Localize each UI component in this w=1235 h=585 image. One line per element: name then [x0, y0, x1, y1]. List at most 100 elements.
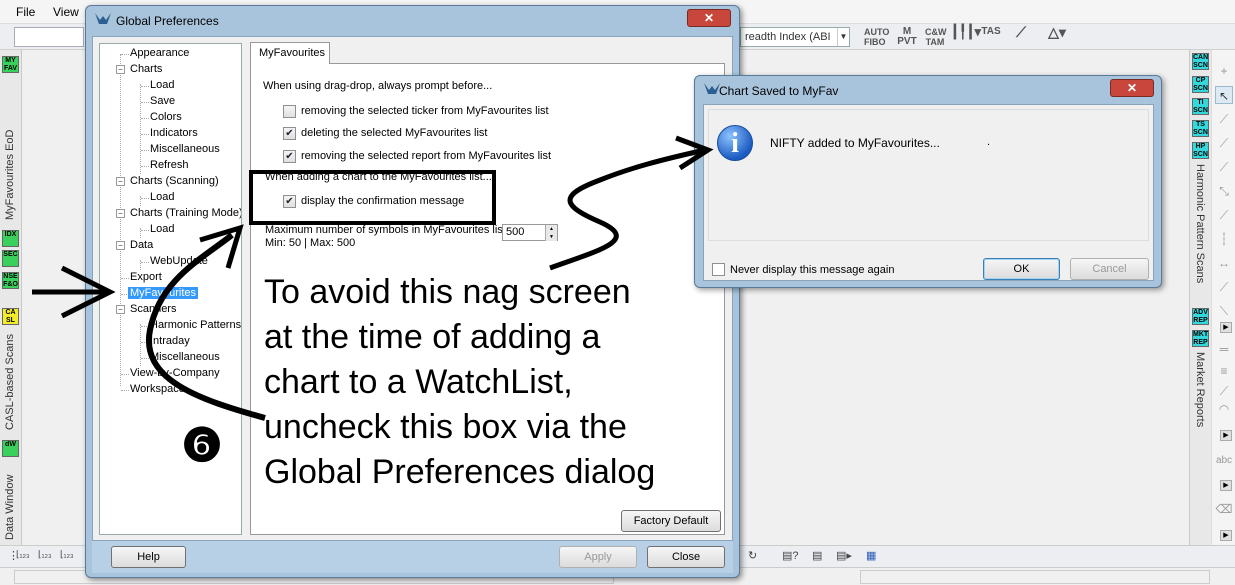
trendline-icon[interactable]: ⟋: [1010, 25, 1032, 47]
tree-item-export[interactable]: Export: [130, 271, 162, 283]
data-window-tab[interactable]: Data Window: [4, 460, 16, 540]
csl-icon[interactable]: ⟋: [1215, 206, 1233, 224]
can-scn-square[interactable]: CAN SCN: [1192, 53, 1209, 70]
collapse-icon[interactable]: −: [116, 305, 125, 314]
report-icon[interactable]: ▤?: [782, 549, 799, 562]
apply-button[interactable]: Apply: [559, 546, 637, 568]
casl-square[interactable]: CA SL: [2, 308, 19, 325]
checkbox-remove-report[interactable]: ✔: [283, 150, 296, 163]
sec-square[interactable]: SEC: [2, 250, 19, 267]
tree-item-charts[interactable]: Charts: [130, 63, 162, 75]
close-icon[interactable]: ✕: [1110, 79, 1154, 97]
sl-line-icon[interactable]: ⟋: [1215, 158, 1233, 176]
refresh-icon[interactable]: ↻: [748, 549, 757, 562]
close-button[interactable]: Close: [647, 546, 725, 568]
scroll-right-icon[interactable]: ▶: [1220, 322, 1232, 333]
tree-item-load[interactable]: Load: [150, 191, 174, 203]
ray-icon[interactable]: ⟋: [1215, 382, 1233, 400]
pointer-icon[interactable]: ↖: [1215, 86, 1233, 104]
collapse-icon[interactable]: −: [116, 241, 125, 250]
collapse-icon[interactable]: −: [116, 209, 125, 218]
scroll-right-icon[interactable]: ▶: [1220, 530, 1232, 541]
tree-item-miscellaneous[interactable]: Miscellaneous: [150, 351, 220, 363]
numbering-alt-icon[interactable]: ⌊₁₂₃: [38, 549, 52, 560]
spin-up-icon[interactable]: ▲: [545, 225, 557, 233]
tree-item-miscellaneous[interactable]: Miscellaneous: [150, 143, 220, 155]
tree-item-myfavourites[interactable]: MyFavourites: [128, 287, 199, 299]
tree-item-data[interactable]: Data: [130, 239, 153, 251]
collapse-icon[interactable]: −: [116, 177, 125, 186]
vertical-line-icon[interactable]: ┆: [1215, 230, 1233, 248]
tree-item-save[interactable]: Save: [150, 95, 175, 107]
numbering-icon[interactable]: ⌊₁₂₃: [16, 549, 30, 560]
auto-fibo-icon[interactable]: AUTO FIBO: [864, 27, 889, 47]
factory-default-button[interactable]: Factory Default: [621, 510, 721, 532]
crosshair-icon[interactable]: +: [1215, 62, 1233, 80]
cp-scn-square[interactable]: CP SCN: [1192, 76, 1209, 93]
max-symbols-stepper[interactable]: 500 ▲ ▼: [502, 224, 558, 241]
checkbox-remove-ticker[interactable]: [283, 105, 296, 118]
mkt-rep-square[interactable]: MKT REP: [1192, 330, 1209, 347]
tree-item-colors[interactable]: Colors: [150, 111, 182, 123]
tas-icon[interactable]: TAS: [980, 27, 1002, 47]
myfav-eod-square[interactable]: MY FAV: [2, 56, 19, 73]
myfav-eod-tab[interactable]: MyFavourites EoD: [4, 80, 16, 220]
tree-item-view-by-company[interactable]: View-by-Company: [130, 367, 220, 379]
ok-button[interactable]: OK: [983, 258, 1060, 280]
tree-item-charts-training[interactable]: Charts (Training Mode): [130, 207, 241, 219]
menu-file[interactable]: File: [16, 5, 35, 19]
market-reports-tab[interactable]: Market Reports: [1194, 352, 1206, 432]
pivot-icon[interactable]: M PVT: [896, 27, 918, 47]
arc-icon[interactable]: ◠: [1215, 400, 1233, 418]
nse-fo-square[interactable]: NSE F&O: [2, 272, 19, 289]
tree-item-refresh[interactable]: Refresh: [150, 159, 189, 171]
report-alt-icon[interactable]: ▤: [812, 549, 822, 562]
symbol-combo[interactable]: [14, 27, 84, 47]
text-tool-icon[interactable]: abc: [1215, 452, 1233, 470]
collapse-icon[interactable]: −: [116, 65, 125, 74]
angle-45-icon[interactable]: ⟋: [1215, 278, 1233, 296]
data-window-square[interactable]: dW: [2, 440, 19, 457]
tree-item-load[interactable]: Load: [150, 223, 174, 235]
help-button[interactable]: Help: [111, 546, 186, 568]
scroll-right-icon[interactable]: ▶: [1220, 480, 1232, 491]
tree-item-scanners[interactable]: Scanners: [130, 303, 176, 315]
tree-item-charts-scanning[interactable]: Charts (Scanning): [130, 175, 219, 187]
zigzag-icon[interactable]: ⤡: [1215, 182, 1233, 200]
export-icon[interactable]: ▤▸: [836, 549, 852, 562]
tree-item-load[interactable]: Load: [150, 79, 174, 91]
tree-item-webupdate[interactable]: WebUpdate: [150, 255, 208, 267]
ts-scn-square[interactable]: TS SCN: [1192, 120, 1209, 137]
spin-down-icon[interactable]: ▼: [545, 233, 557, 241]
cancel-button[interactable]: Cancel: [1070, 258, 1149, 280]
menu-view[interactable]: View: [53, 5, 79, 19]
tree-item-harmonic-patterns[interactable]: Harmonic Patterns: [150, 319, 241, 331]
casl-scans-tab[interactable]: CASL-based Scans: [4, 330, 16, 430]
erase-icon[interactable]: ⌫: [1215, 500, 1233, 518]
harmonic-pattern-scans-tab[interactable]: Harmonic Pattern Scans: [1194, 164, 1206, 294]
fib-lines-icon[interactable]: ≡: [1215, 362, 1233, 380]
idx-square[interactable]: IDX: [2, 230, 19, 247]
channel-icon[interactable]: ═: [1215, 340, 1233, 358]
tab-myfavourites[interactable]: MyFavourites: [250, 42, 330, 64]
close-icon[interactable]: ✕: [687, 9, 731, 27]
breadth-index-combo[interactable]: readth Index (ABI ▼: [740, 27, 850, 47]
angle-icon[interactable]: ⟍: [1215, 302, 1233, 320]
pattern-icon[interactable]: △▾: [1042, 25, 1072, 47]
hp-scn-square[interactable]: HP SCN: [1192, 142, 1209, 159]
tree-item-workspace[interactable]: Workspace: [130, 383, 185, 395]
tree-item-appearance[interactable]: Appearance: [130, 47, 189, 59]
numbering-diag-icon[interactable]: ⌊₁₂₃: [60, 549, 74, 560]
cw-tam-icon[interactable]: C&W TAM: [925, 27, 947, 47]
line-tool-icon[interactable]: ⟋: [1215, 110, 1233, 128]
tree-item-indicators[interactable]: Indicators: [150, 127, 198, 139]
tree-item-intraday[interactable]: Intraday: [150, 335, 190, 347]
horizontal-line-icon[interactable]: ↔: [1215, 254, 1233, 272]
candle-icon[interactable]: ┃╿┃▾: [951, 25, 981, 47]
scroll-right-icon[interactable]: ▶: [1220, 430, 1232, 441]
trendline-tool-icon[interactable]: ⟋: [1215, 134, 1233, 152]
script-icon[interactable]: ▦: [866, 549, 876, 562]
ti-scn-square[interactable]: TI SCN: [1192, 98, 1209, 115]
checkbox-delete-list[interactable]: ✔: [283, 127, 296, 140]
adv-rep-square[interactable]: ADV REP: [1192, 308, 1209, 325]
